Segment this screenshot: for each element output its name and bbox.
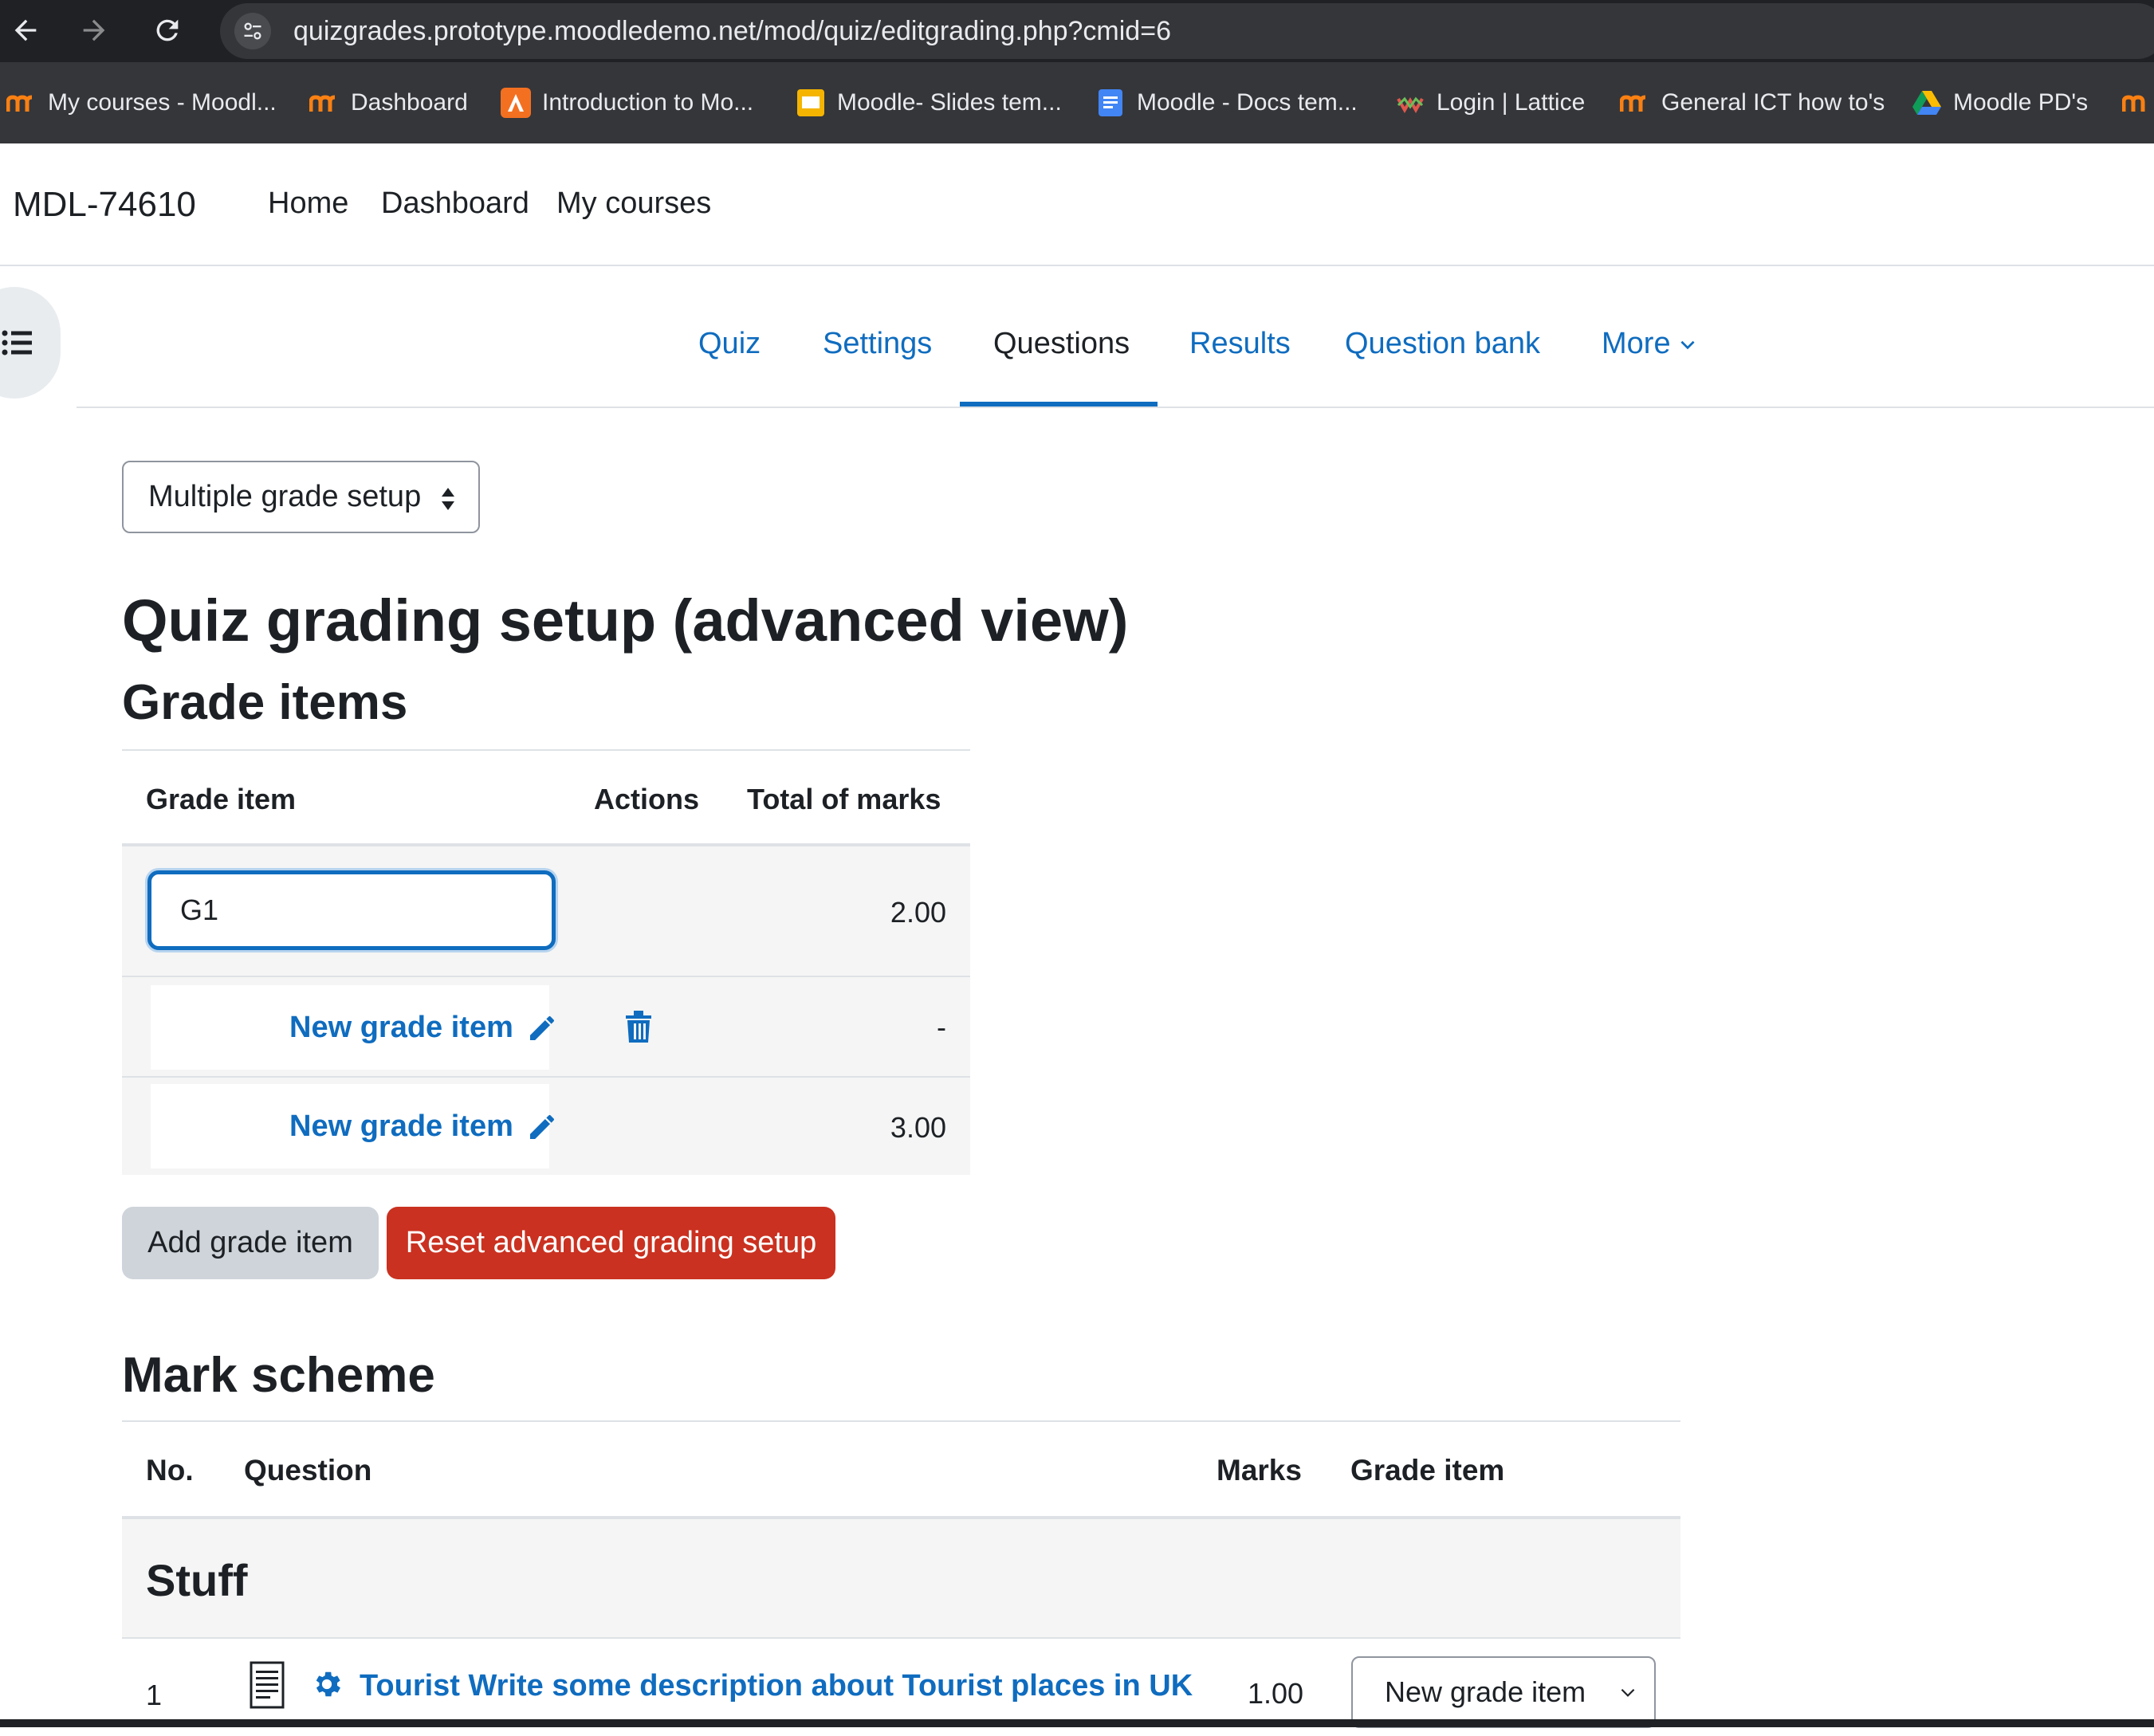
pencil-icon[interactable] xyxy=(526,1111,558,1143)
grade-item-name-link[interactable]: New grade item xyxy=(289,1011,558,1045)
trash-icon[interactable] xyxy=(624,1009,653,1044)
site-info-icon[interactable] xyxy=(234,13,271,49)
tab-more[interactable]: More xyxy=(1602,327,1698,361)
triangle-app-icon xyxy=(501,88,531,118)
arrow-left-icon xyxy=(14,19,37,41)
forward-button[interactable] xyxy=(75,11,113,49)
total-of-marks: 3.00 xyxy=(890,1111,946,1144)
add-grade-item-button[interactable]: Add grade item xyxy=(122,1207,379,1279)
column-header-grade-item: Grade item xyxy=(1350,1454,1505,1487)
reload-button[interactable] xyxy=(148,11,187,49)
question-marks: 1.00 xyxy=(1248,1677,1304,1710)
tab-results[interactable]: Results xyxy=(1189,327,1291,361)
grade-items-heading: Grade items xyxy=(122,675,408,730)
tab-settings[interactable]: Settings xyxy=(823,327,932,361)
total-of-marks: 2.00 xyxy=(890,896,946,929)
question-grade-item-select[interactable]: New grade item xyxy=(1351,1656,1656,1728)
nav-my-courses[interactable]: My courses xyxy=(556,187,711,221)
chevron-down-icon xyxy=(1680,340,1695,349)
back-button[interactable] xyxy=(6,11,45,49)
reload-icon xyxy=(156,19,179,41)
column-header-marks: Marks xyxy=(1217,1454,1302,1487)
table-row: G1 2.00 xyxy=(122,846,970,976)
arrow-right-icon xyxy=(83,19,105,41)
google-docs-icon xyxy=(1095,88,1126,118)
tab-question-bank[interactable]: Question bank xyxy=(1345,327,1540,361)
bookmark-introduction[interactable]: Introduction to Mo... xyxy=(501,86,753,120)
essay-question-icon xyxy=(250,1661,285,1713)
moodle-icon xyxy=(1620,88,1650,118)
list-icon xyxy=(2,330,32,355)
bookmark-docs[interactable]: Moodle - Docs tem... xyxy=(1095,86,1358,120)
nav-home[interactable]: Home xyxy=(268,187,348,221)
google-slides-icon xyxy=(796,88,826,118)
address-bar[interactable]: quizgrades.prototype.moodledemo.net/mod/… xyxy=(220,3,2154,59)
gear-icon[interactable] xyxy=(310,1667,344,1705)
column-header-actions: Actions xyxy=(594,783,700,815)
column-header-no: No. xyxy=(146,1454,194,1487)
secondary-navigation: Quiz Settings Questions Results Question… xyxy=(77,287,2154,408)
bookmark-overflow[interactable] xyxy=(2122,86,2154,120)
table-row: New grade item 3.00 xyxy=(122,1078,970,1175)
chevron-down-icon xyxy=(1621,1688,1635,1697)
tab-questions[interactable]: Questions xyxy=(993,327,1130,361)
total-of-marks: - xyxy=(937,1011,946,1043)
bookmark-my-courses[interactable]: My courses - Moodl... xyxy=(6,86,277,120)
sort-icon xyxy=(442,488,454,510)
window-bottom-edge xyxy=(0,1719,2154,1727)
grade-item-name-input[interactable]: G1 xyxy=(147,870,556,950)
question-number: 1 xyxy=(146,1679,163,1711)
grade-setup-select[interactable]: Multiple grade setup xyxy=(122,461,480,533)
reset-grading-setup-button[interactable]: Reset advanced grading setup xyxy=(387,1207,835,1279)
moodle-icon xyxy=(2122,88,2152,118)
page-title: Quiz grading setup (advanced view) xyxy=(122,587,1129,654)
section-name: Stuff xyxy=(146,1555,248,1605)
bookmark-slides[interactable]: Moodle- Slides tem... xyxy=(796,86,1062,120)
question-name-link[interactable]: Tourist Write some description about Tou… xyxy=(360,1669,1193,1703)
site-name[interactable]: MDL-74610 xyxy=(13,185,196,225)
bookmark-dashboard[interactable]: Dashboard xyxy=(309,86,468,120)
column-header-grade-item: Grade item xyxy=(146,783,297,815)
column-header-question: Question xyxy=(244,1454,372,1487)
mark-scheme-heading: Mark scheme xyxy=(122,1348,435,1403)
moodle-icon xyxy=(309,88,340,118)
tab-quiz[interactable]: Quiz xyxy=(698,327,761,361)
section-row: Stuff xyxy=(122,1519,1680,1639)
moodle-icon xyxy=(6,88,37,118)
nav-dashboard[interactable]: Dashboard xyxy=(381,187,529,221)
column-header-total-of-marks: Total of marks xyxy=(747,783,941,815)
google-drive-icon xyxy=(1912,88,1942,118)
course-index-toggle[interactable] xyxy=(0,287,61,399)
bookmarks-bar: My courses - Moodl... Dashboard Introduc… xyxy=(0,62,2154,143)
table-row: New grade item - xyxy=(122,977,970,1076)
bookmark-general-ict[interactable]: General ICT how to's xyxy=(1620,86,1885,120)
url-text[interactable]: quizgrades.prototype.moodledemo.net/mod/… xyxy=(293,16,1171,47)
grade-item-name-link[interactable]: New grade item xyxy=(289,1110,558,1144)
bookmark-lattice[interactable]: Login | Lattice xyxy=(1395,86,1585,120)
bookmark-moodle-pd[interactable]: Moodle PD's xyxy=(1912,86,2088,120)
lattice-icon xyxy=(1395,88,1425,118)
pencil-icon[interactable] xyxy=(526,1012,558,1044)
browser-toolbar: quizgrades.prototype.moodledemo.net/mod/… xyxy=(0,0,2154,62)
active-tab-indicator xyxy=(960,402,1158,407)
site-navbar: MDL-74610 Home Dashboard My courses xyxy=(0,143,2154,266)
